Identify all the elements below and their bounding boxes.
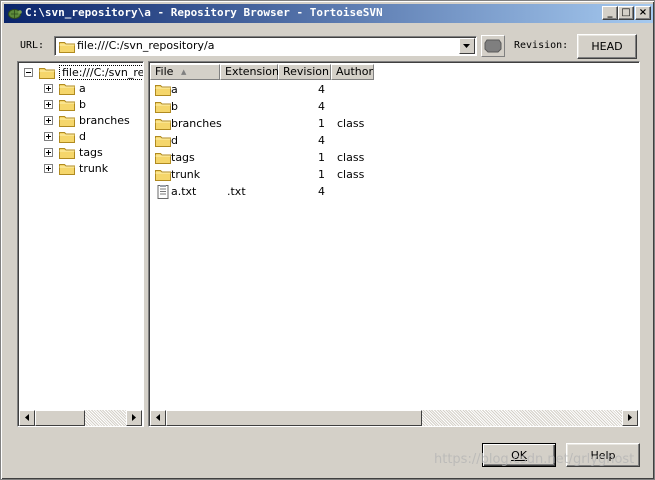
scroll-left-button[interactable] (150, 410, 166, 426)
file-author: class (337, 168, 365, 181)
folder-icon (155, 136, 171, 147)
expand-icon[interactable] (44, 83, 53, 93)
folder-icon (59, 83, 75, 95)
url-combobox[interactable]: file:///C:/svn_repository/a (54, 36, 477, 56)
scroll-right-button[interactable] (622, 410, 638, 426)
file-name: b (171, 100, 178, 113)
tree-item-a[interactable]: a (44, 80, 86, 96)
close-button[interactable]: × (635, 6, 651, 20)
expand-icon[interactable] (44, 163, 53, 173)
file-author: class (337, 117, 365, 130)
folder-icon (155, 170, 171, 181)
url-dropdown-arrow[interactable] (459, 38, 475, 54)
column-header-author[interactable]: Author (331, 64, 374, 80)
chevron-right-icon (627, 414, 632, 421)
column-header-extension[interactable]: Extension (220, 64, 279, 80)
expand-icon[interactable] (44, 99, 53, 109)
tree-horizontal-scrollbar[interactable] (19, 410, 142, 426)
expand-icon[interactable] (44, 147, 53, 157)
chevron-down-icon (463, 43, 470, 48)
column-header-revision[interactable]: Revision (278, 64, 331, 80)
folder-icon (59, 131, 75, 143)
file-revision: 1 (318, 117, 325, 130)
expand-icon[interactable] (44, 131, 53, 141)
chevron-left-icon (155, 414, 160, 421)
tree-root[interactable]: file:///C:/svn_rep (24, 64, 143, 80)
tree-item-label: branches (79, 113, 130, 127)
folder-icon (59, 99, 75, 111)
folder-icon (155, 102, 171, 113)
file-revision: 4 (318, 185, 325, 198)
file-extension: .txt (227, 185, 246, 198)
tree-item-branches[interactable]: branches (44, 112, 130, 128)
list-row-d[interactable]: d 4 (151, 132, 621, 149)
url-value[interactable]: file:///C:/svn_repository/a (77, 39, 214, 52)
folder-icon (155, 153, 171, 164)
column-header-file[interactable]: File ▲ (150, 64, 220, 80)
folder-icon (59, 115, 75, 127)
list-row-tags[interactable]: tags 1 class (151, 149, 621, 166)
tree-item-label: d (79, 129, 86, 143)
window-title: C:\svn_repository\a - Repository Browser… (25, 6, 383, 19)
url-label: URL: (20, 40, 45, 51)
file-author: class (337, 151, 365, 164)
file-list[interactable]: File ▲ Extension Revision Author a 4 b 4… (148, 61, 640, 427)
file-revision: 4 (318, 100, 325, 113)
list-row-branches[interactable]: branches 1 class (151, 115, 621, 132)
folder-icon (155, 85, 171, 96)
tree-item-d[interactable]: d (44, 128, 86, 144)
title-bar[interactable]: C:\svn_repository\a - Repository Browser… (4, 4, 653, 23)
file-name: branches (171, 117, 222, 130)
collapse-icon[interactable] (24, 67, 33, 77)
column-header-file-label: File (155, 65, 174, 78)
file-name: trunk (171, 168, 201, 181)
text-file-icon (157, 185, 169, 199)
folder-icon (155, 119, 171, 130)
list-row-trunk[interactable]: trunk 1 class (151, 166, 621, 183)
list-row-b[interactable]: b 4 (151, 98, 621, 115)
scroll-thumb[interactable] (35, 410, 85, 426)
file-revision: 1 (318, 168, 325, 181)
scroll-thumb[interactable] (166, 410, 422, 426)
file-revision: 4 (318, 83, 325, 96)
expand-icon[interactable] (44, 115, 53, 125)
file-name: d (171, 134, 178, 147)
repository-browser-window: C:\svn_repository\a - Repository Browser… (0, 0, 655, 480)
list-row-a-txt[interactable]: a.txt .txt 4 (151, 183, 621, 200)
folder-open-icon (39, 67, 55, 79)
file-revision: 1 (318, 151, 325, 164)
tree-item-label: b (79, 97, 86, 111)
sort-ascending-icon: ▲ (181, 68, 187, 76)
file-name: a.txt (171, 185, 197, 198)
tree-root-label[interactable]: file:///C:/svn_rep (59, 64, 143, 80)
tree-item-label: tags (79, 145, 103, 159)
watermark: https://blog.csdn.net/grlyghost (434, 452, 635, 467)
tree-item-label: a (79, 81, 86, 95)
repository-tree[interactable]: file:///C:/svn_rep a b branches d tags t… (17, 61, 144, 427)
folder-icon (59, 147, 75, 159)
tortoise-icon (7, 6, 22, 21)
scroll-left-button[interactable] (19, 410, 35, 426)
file-name: a (171, 83, 178, 96)
tree-item-b[interactable]: b (44, 96, 86, 112)
scroll-right-button[interactable] (126, 410, 142, 426)
chevron-left-icon (24, 414, 29, 421)
file-revision: 4 (318, 134, 325, 147)
chevron-right-icon (131, 414, 136, 421)
revision-graph-icon (484, 39, 502, 53)
revision-label: Revision: (514, 40, 569, 51)
tree-item-label: trunk (79, 161, 109, 175)
head-revision-button[interactable]: HEAD (577, 34, 637, 59)
tree-item-tags[interactable]: tags (44, 144, 103, 160)
folder-icon (59, 40, 75, 56)
list-horizontal-scrollbar[interactable] (150, 410, 638, 426)
list-row-a[interactable]: a 4 (151, 81, 621, 98)
maximize-button[interactable]: □ (618, 6, 634, 20)
file-name: tags (171, 151, 195, 164)
revision-graph-button[interactable] (481, 35, 505, 57)
folder-icon (59, 163, 75, 175)
minimize-button[interactable]: _ (602, 6, 618, 20)
tree-item-trunk[interactable]: trunk (44, 160, 108, 176)
